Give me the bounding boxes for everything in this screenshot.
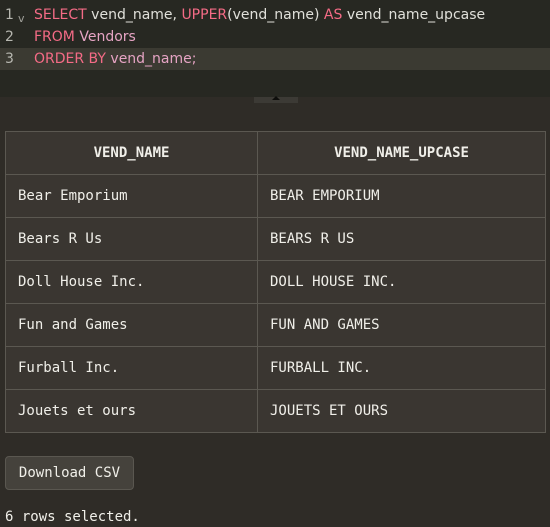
table-cell: Bear Emporium: [5, 174, 258, 218]
table-row: Doll House Inc. DOLL HOUSE INC.: [5, 260, 546, 304]
column-header-vend-name-upcase[interactable]: VEND_NAME_UPCASE: [257, 131, 546, 175]
table-cell: JOUETS ET OURS: [257, 389, 546, 433]
code-text: ORDER BY vend_name;: [34, 48, 196, 70]
rows-selected-status: 6 rows selected.: [5, 509, 140, 525]
table-row: Bears R Us BEARS R US: [5, 217, 546, 261]
sql-keyword: ORDER BY: [34, 51, 106, 67]
table-cell: Bears R Us: [5, 217, 258, 261]
table-cell: Doll House Inc.: [5, 260, 258, 304]
column-header-vend-name[interactable]: VEND_NAME: [5, 131, 258, 175]
sql-editor[interactable]: 1 v SELECT vend_name, UPPER(vend_name) A…: [0, 0, 550, 97]
table-cell: BEAR EMPORIUM: [257, 174, 546, 218]
sql-text: vend_name_upcase: [342, 7, 486, 23]
table-cell: FURBALL INC.: [257, 346, 546, 390]
sql-text: vend_name;: [105, 51, 197, 67]
collapse-arrow-icon[interactable]: [272, 96, 280, 100]
table-row: Fun and Games FUN AND GAMES: [5, 303, 546, 347]
table-cell: BEARS R US: [257, 217, 546, 261]
table-cell: FUN AND GAMES: [257, 303, 546, 347]
sql-keyword: FROM: [34, 29, 75, 45]
sql-text: vend_name,: [86, 7, 182, 23]
line-number: 1: [5, 7, 14, 23]
table-header-row: VEND_NAME VEND_NAME_UPCASE: [5, 131, 546, 175]
sql-keyword: SELECT: [34, 7, 87, 23]
download-csv-button[interactable]: Download CSV: [5, 456, 134, 490]
line-number: 2: [5, 29, 14, 45]
code-text: FROM Vendors: [34, 26, 136, 48]
table-cell: Furball Inc.: [5, 346, 258, 390]
line-number: 3: [5, 51, 14, 67]
results-table: VEND_NAME VEND_NAME_UPCASE Bear Emporium…: [5, 131, 546, 433]
table-cell: DOLL HOUSE INC.: [257, 260, 546, 304]
table-row: Furball Inc. FURBALL INC.: [5, 346, 546, 390]
sql-keyword: AS: [323, 7, 343, 23]
table-cell: Jouets et ours: [5, 389, 258, 433]
code-line-2[interactable]: 2 FROM Vendors: [0, 26, 550, 48]
table-cell: Fun and Games: [5, 303, 258, 347]
sql-table-name: Vendors: [74, 29, 136, 45]
table-row: Jouets et ours JOUETS ET OURS: [5, 389, 546, 433]
table-row: Bear Emporium BEAR EMPORIUM: [5, 174, 546, 218]
sql-text: (vend_name): [227, 7, 324, 23]
sql-function: UPPER: [181, 7, 228, 23]
code-text: SELECT vend_name, UPPER(vend_name) AS ve…: [34, 4, 485, 26]
code-line-1[interactable]: 1 v SELECT vend_name, UPPER(vend_name) A…: [0, 4, 550, 26]
code-line-3[interactable]: 3 ORDER BY vend_name;: [0, 48, 550, 70]
